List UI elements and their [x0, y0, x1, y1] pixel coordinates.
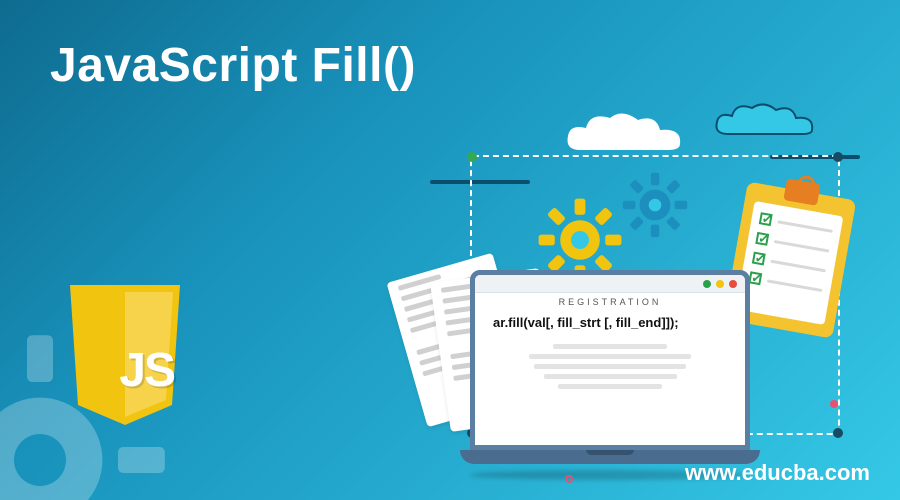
frame-corner-dot	[833, 428, 843, 438]
cloud-icon	[560, 110, 690, 160]
js-logo-text: JS	[119, 343, 174, 398]
decorative-dot	[830, 400, 838, 408]
form-placeholder-lines	[475, 335, 745, 398]
window-traffic-lights	[475, 275, 745, 293]
site-watermark: www.educba.com	[685, 460, 870, 486]
laptop-illustration: REGISTRATION ar.fill(val[, fill_strt [, …	[460, 270, 760, 480]
code-snippet: ar.fill(val[, fill_strt [, fill_end]]);	[475, 307, 745, 335]
decorative-dot	[565, 475, 573, 483]
cloud-outline-icon	[710, 100, 820, 142]
screen-header-label: REGISTRATION	[475, 297, 745, 307]
gear-blue-icon	[620, 170, 690, 240]
javascript-logo: JS	[60, 280, 190, 430]
frame-corner-dot	[467, 152, 477, 162]
frame-corner-dot	[833, 152, 843, 162]
page-title: JavaScript Fill()	[50, 38, 416, 93]
